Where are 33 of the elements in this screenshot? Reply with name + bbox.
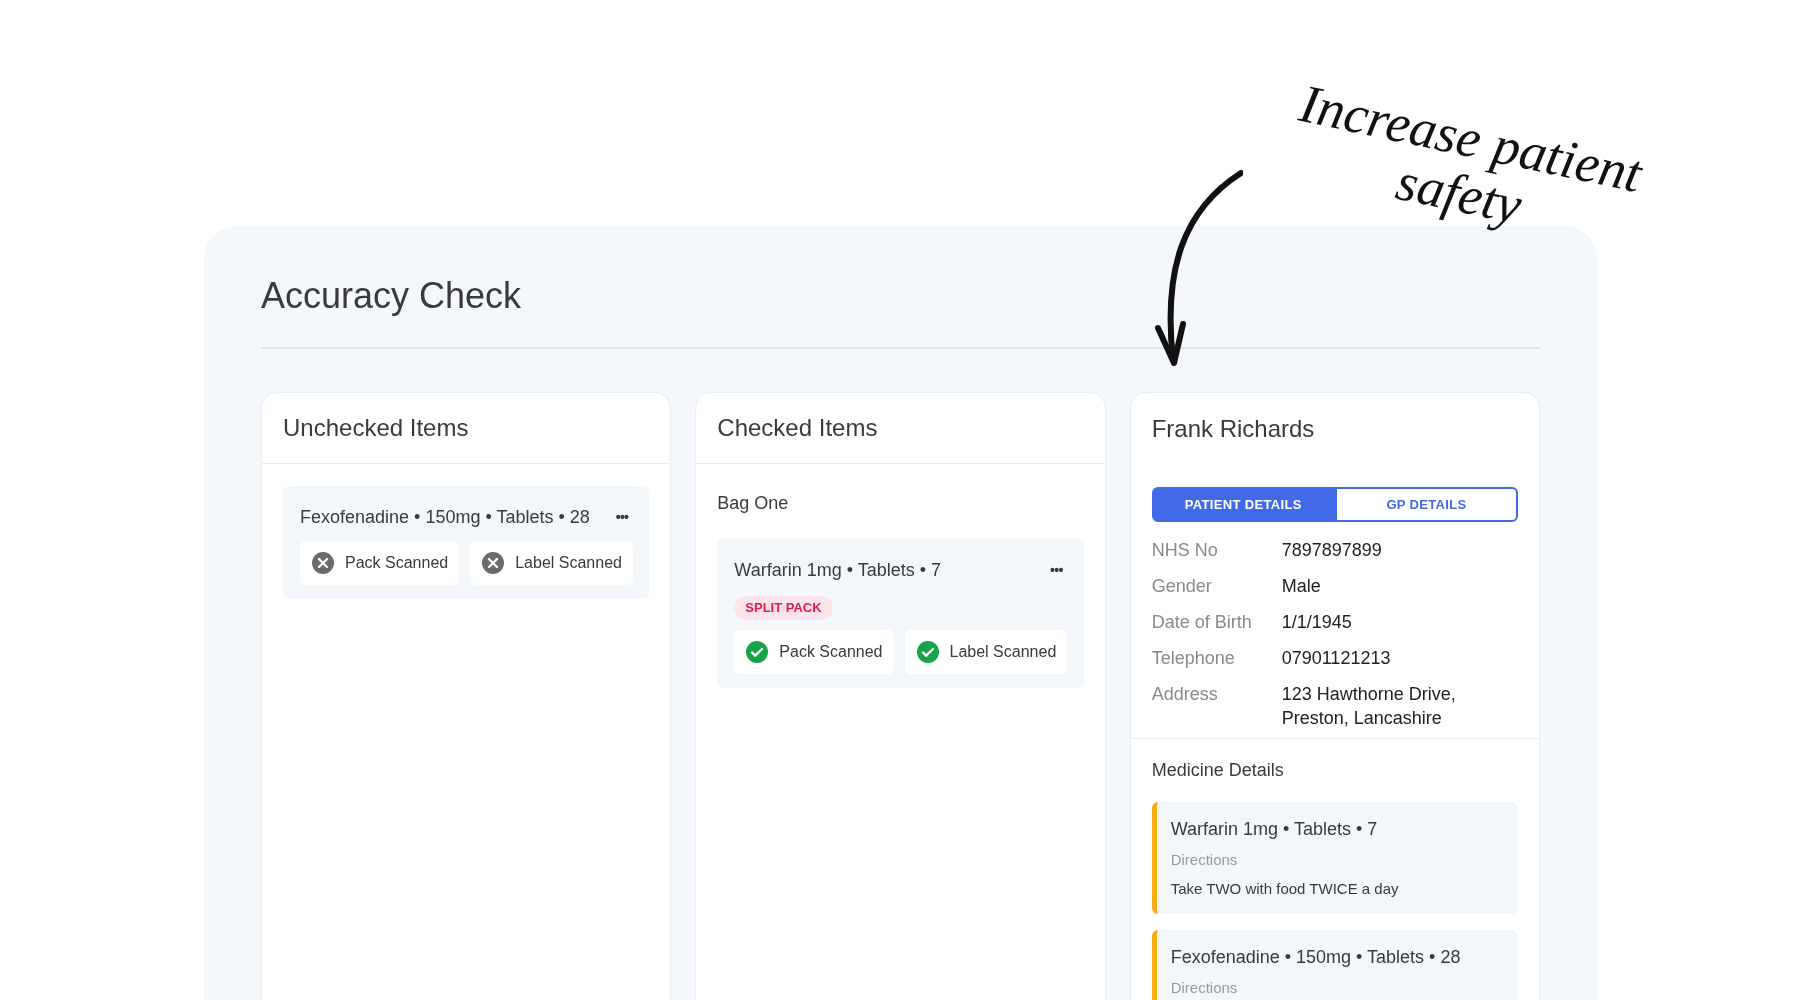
field-value: 123 Hawthorne Drive, Preston, Lancashire: [1281, 683, 1457, 730]
tab[interactable]: PATIENT DETAILS: [1151, 487, 1335, 522]
panel-title: Unchecked Items: [283, 413, 469, 443]
more-button[interactable]: •••: [1046, 560, 1067, 581]
field-label: Telephone: [1151, 647, 1236, 670]
scan-status-chip: Pack Scanned: [734, 629, 894, 674]
directions-label: Directions: [1170, 850, 1239, 870]
directions-text: Take TWO with food TWICE a day: [1170, 878, 1400, 899]
more-button[interactable]: •••: [611, 507, 633, 528]
medicine-name: Fexofenadine • 150mg • Tablets • 28: [1170, 946, 1462, 969]
field-value: 1/1/1945: [1281, 611, 1353, 634]
scan-status-chip: Pack Scanned: [300, 541, 460, 585]
panel-title: Frank Richards: [1151, 413, 1315, 444]
tab[interactable]: GP DETAILS: [1334, 487, 1518, 522]
field-label: Address: [1151, 683, 1219, 706]
section-title: Medicine Details: [1151, 760, 1284, 780]
handwritten-note: Increase patient safety: [1293, 72, 1648, 238]
page-title: Accuracy Check: [261, 274, 523, 318]
directions-label: Directions: [1170, 978, 1239, 998]
scan-status-chip: Label Scanned: [470, 541, 633, 585]
split-pack-tag: SPLIT PACK: [734, 596, 833, 620]
field-value: 7897897899: [1281, 539, 1383, 562]
field-value: Male: [1281, 575, 1322, 598]
field-label: Gender: [1151, 575, 1213, 598]
item-name: Fexofenadine • 150mg • Tablets • 28: [300, 506, 590, 529]
item-name: Warfarin 1mg • Tablets • 7: [734, 559, 941, 582]
medicine-name: Warfarin 1mg • Tablets • 7: [1170, 818, 1379, 841]
bag-label: Bag One: [717, 492, 790, 515]
field-value: 07901121213: [1281, 647, 1392, 670]
field-label: Date of Birth: [1151, 611, 1253, 634]
scan-status-chip: Label Scanned: [904, 629, 1068, 674]
panel-title: Checked Items: [717, 413, 878, 443]
field-label: NHS No: [1151, 539, 1219, 562]
